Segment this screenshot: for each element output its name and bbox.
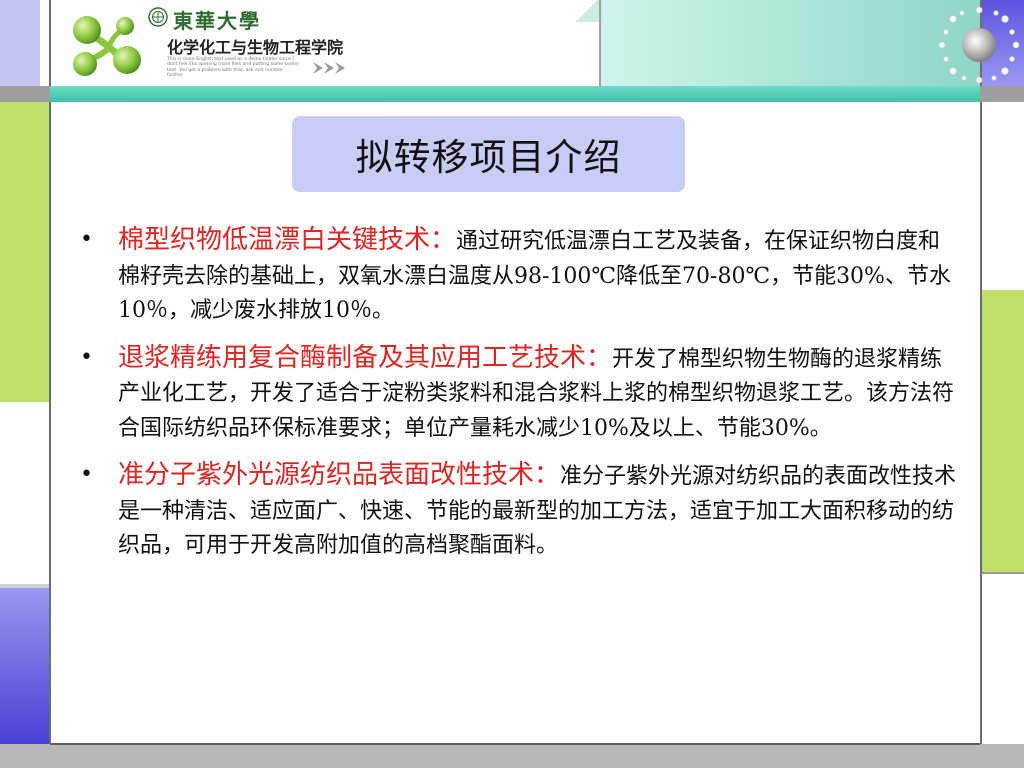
footer-line (50, 743, 980, 745)
slide-title-box: 拟转移项目介绍 (292, 116, 685, 192)
footer-gray-band (0, 744, 1024, 768)
bullet-heading: 棉型织物低温漂白关键技术： (118, 225, 457, 255)
slide-header: 東華大學 化学化工与生物工程学院 This is more English te… (51, 0, 1020, 86)
sun-burst-icon (938, 6, 1020, 84)
header-tagline: This is more English text used as a demo… (167, 57, 299, 79)
header-gradient-area (601, 0, 980, 86)
left-frame-line (49, 0, 51, 768)
right-decor-column (982, 0, 1024, 768)
bullet-dot: • (80, 344, 93, 370)
bullet-item: • 准分子紫外光源纺织品表面改性技术：准分子紫外光源对纺织品的表面改性技术是一种… (80, 458, 960, 564)
bullet-dot: • (80, 227, 93, 252)
bullet-dot: • (80, 462, 93, 487)
slide-title: 拟转移项目介绍 (355, 136, 622, 179)
school-name: 化学化工与生物工程学院 (167, 38, 344, 57)
university-name: 東華大學 (173, 9, 261, 33)
header-teal-band (50, 86, 980, 102)
header-divider (599, 0, 601, 86)
bullet-heading: 准分子紫外光源纺织品表面改性技术： (118, 460, 561, 490)
bullet-item: • 退浆精练用复合酶制备及其应用工艺技术：开发了棉型织物生物酶的退浆精练产业化工… (80, 341, 960, 447)
right-frame-line (980, 0, 982, 768)
bullet-item: • 棉型织物低温漂白关键技术：通过研究低温漂白工艺及装备，在保证织物白度和棉籽壳… (80, 223, 960, 329)
bullet-list: • 棉型织物低温漂白关键技术：通过研究低温漂白工艺及装备，在保证织物白度和棉籽壳… (80, 223, 960, 576)
left-decor-column (0, 102, 50, 768)
double-arrow-icon (313, 62, 345, 74)
university-seal-icon (148, 7, 168, 27)
frame-corner-lavender (0, 0, 40, 86)
bullet-heading: 退浆精练用复合酶制备及其应用工艺技术： (118, 342, 613, 373)
school-logo-icon (73, 16, 141, 76)
